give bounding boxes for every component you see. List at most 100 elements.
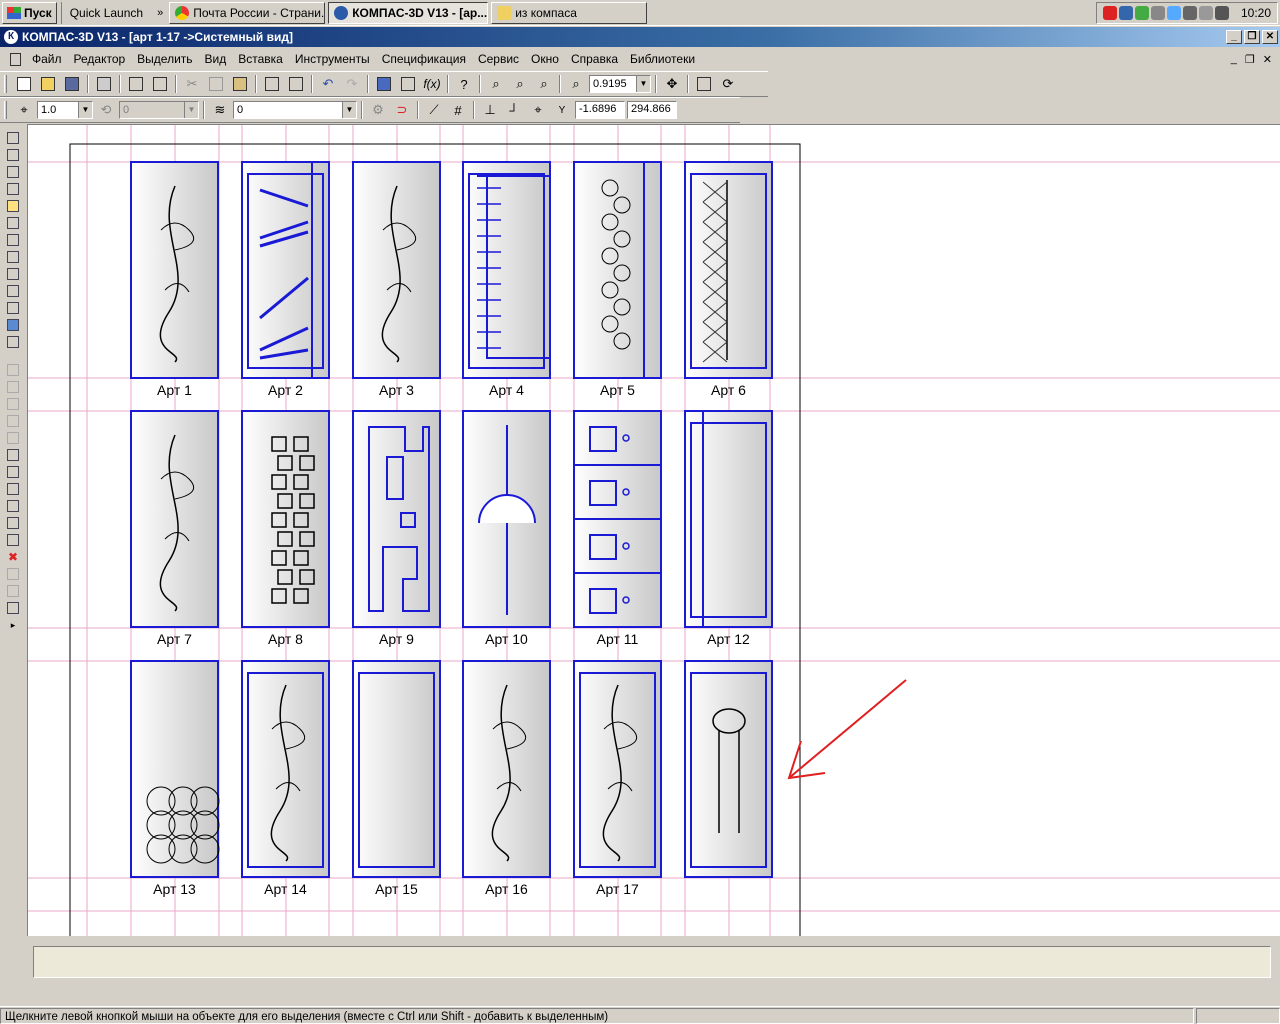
tool-m-icon[interactable] xyxy=(4,583,22,599)
quick-launch-chevron[interactable]: » xyxy=(157,2,163,24)
menu-specification[interactable]: Спецификация xyxy=(376,49,472,69)
dimensions-icon[interactable] xyxy=(4,147,22,163)
parametrization-icon[interactable] xyxy=(4,198,22,214)
redo-icon[interactable]: ↷ xyxy=(341,73,363,95)
ortho-icon[interactable]: ⟋ xyxy=(423,99,445,121)
panel-11[interactable]: Арт 11 xyxy=(573,410,662,647)
chevron-down-icon[interactable]: ▼ xyxy=(342,102,356,118)
tool-j-icon[interactable] xyxy=(4,515,22,531)
step-combo[interactable]: 1.0 ▼ xyxy=(37,101,93,119)
paste-icon[interactable] xyxy=(229,73,251,95)
tool-d-icon[interactable] xyxy=(4,413,22,429)
panel-14[interactable]: Арт 14 xyxy=(241,660,330,897)
zoom-window-icon[interactable]: ⌕ xyxy=(485,73,507,95)
zoom-combo[interactable]: 0.9195 ▼ xyxy=(589,75,651,93)
menu-select[interactable]: Выделить xyxy=(131,49,198,69)
designation-icon[interactable] xyxy=(4,164,22,180)
panel-12[interactable]: Арт 12 xyxy=(684,410,773,647)
tool-g-icon[interactable] xyxy=(4,464,22,480)
layers-icon[interactable]: ≋ xyxy=(209,99,231,121)
menu-insert[interactable]: Вставка xyxy=(232,49,289,69)
menu-file[interactable]: Файл xyxy=(26,49,68,69)
tool-e-icon[interactable] xyxy=(4,430,22,446)
panel-2[interactable]: Арт 2 xyxy=(241,161,330,398)
refresh-icon[interactable]: ⟳ xyxy=(717,73,739,95)
tray-app-icon[interactable] xyxy=(1102,5,1117,20)
pan-icon[interactable]: ✥ xyxy=(661,73,683,95)
tree-icon[interactable] xyxy=(373,73,395,95)
drawing-canvas[interactable]: Арт 1 Арт 2 Арт 3 Арт 4 Арт 5 Арт 6 Арт 7 Арт 8… xyxy=(27,124,1280,936)
coord-y-field[interactable]: 294.866 xyxy=(627,101,677,119)
menu-service[interactable]: Сервис xyxy=(472,49,525,69)
menu-help[interactable]: Справка xyxy=(565,49,624,69)
tool-f-icon[interactable] xyxy=(4,447,22,463)
tool-i-icon[interactable] xyxy=(4,498,22,514)
tray-device-icon[interactable] xyxy=(1182,5,1197,20)
associative-views-icon[interactable] xyxy=(4,249,22,265)
property-bar[interactable] xyxy=(33,946,1271,978)
toolbar-grip[interactable] xyxy=(4,101,7,119)
menu-view[interactable]: Вид xyxy=(199,49,233,69)
select-icon[interactable] xyxy=(4,232,22,248)
open-icon[interactable] xyxy=(37,73,59,95)
editing-icon[interactable] xyxy=(4,181,22,197)
chevron-down-icon[interactable]: ▼ xyxy=(78,102,92,118)
tray-update-icon[interactable] xyxy=(1150,5,1165,20)
show-all-icon[interactable] xyxy=(693,73,715,95)
panel-7[interactable]: Арт 7 xyxy=(130,410,219,647)
snap-icon[interactable]: ⊃ xyxy=(391,99,413,121)
quick-launch[interactable]: Quick Launch xyxy=(60,1,151,24)
coord-x-field[interactable]: -1.6896 xyxy=(575,101,625,119)
tool-c-icon[interactable] xyxy=(4,396,22,412)
tray-misc-icon[interactable] xyxy=(1198,5,1213,20)
menu-libraries[interactable]: Библиотеки xyxy=(624,49,701,69)
drawing-view[interactable]: Арт 1 Арт 2 Арт 3 Арт 4 Арт 5 Арт 6 Арт 7 Арт 8… xyxy=(28,125,1280,936)
panel-18[interactable] xyxy=(684,660,773,878)
zoom-scale-icon[interactable]: ⌕ xyxy=(565,73,587,95)
tray-trash-icon[interactable] xyxy=(1214,5,1229,20)
tool-l-icon[interactable] xyxy=(4,566,22,582)
spec-icon[interactable] xyxy=(4,266,22,282)
angle-icon[interactable]: ⟲ xyxy=(95,99,117,121)
close-button[interactable]: ✕ xyxy=(1262,30,1278,44)
window-titlebar[interactable]: К КОМПАС-3D V13 - [арт 1-17 ->Системный … xyxy=(0,27,1280,47)
clock[interactable]: 10:20 xyxy=(1241,6,1271,20)
variables-icon[interactable]: f(x) xyxy=(421,73,443,95)
fragment-icon[interactable] xyxy=(4,317,22,333)
save-icon[interactable] xyxy=(61,73,83,95)
zoom-in-icon[interactable]: ⌕ xyxy=(509,73,531,95)
manager-icon[interactable] xyxy=(149,73,171,95)
panel-1[interactable]: Арт 1 xyxy=(130,161,219,398)
preview-icon[interactable] xyxy=(125,73,147,95)
local-cs-icon[interactable]: ⚙ xyxy=(367,99,389,121)
minimize-button[interactable]: _ xyxy=(1226,30,1242,44)
undo-icon[interactable]: ↶ xyxy=(317,73,339,95)
panel-4[interactable]: Арт 4 xyxy=(462,161,551,398)
restore-button[interactable]: ❐ xyxy=(1244,30,1260,44)
start-button[interactable]: Пуск xyxy=(2,1,57,24)
round-icon[interactable]: ⌖ xyxy=(527,99,549,121)
cut-icon[interactable]: ✂ xyxy=(181,73,203,95)
panel-6[interactable]: Арт 6 xyxy=(684,161,773,398)
reports-icon[interactable] xyxy=(4,283,22,299)
libraries-icon[interactable] xyxy=(397,73,419,95)
step-cursor-icon[interactable]: ⌖ xyxy=(13,99,35,121)
help-cursor-icon[interactable]: ? xyxy=(453,73,475,95)
tool-k-icon[interactable] xyxy=(4,532,22,548)
kompas-app-icon[interactable]: К xyxy=(4,30,18,44)
list-icon[interactable] xyxy=(285,73,307,95)
panel-3[interactable]: Арт 3 xyxy=(352,161,441,398)
tool-h-icon[interactable] xyxy=(4,481,22,497)
doc-minimize-button[interactable]: _ xyxy=(1231,53,1237,66)
panel-13[interactable]: Арт 13 xyxy=(130,660,220,897)
cursor-coord-icon[interactable]: Y xyxy=(551,99,573,121)
tool-a-icon[interactable] xyxy=(4,362,22,378)
tray-volume-icon[interactable] xyxy=(1166,5,1181,20)
print-icon[interactable] xyxy=(93,73,115,95)
chevron-down-icon[interactable]: ▼ xyxy=(184,102,198,118)
tool-b-icon[interactable] xyxy=(4,379,22,395)
panel-9[interactable]: Арт 9 xyxy=(352,410,441,647)
menu-editor[interactable]: Редактор xyxy=(68,49,132,69)
document-icon[interactable] xyxy=(4,48,26,70)
zoom-out-icon[interactable]: ⌕ xyxy=(533,73,555,95)
